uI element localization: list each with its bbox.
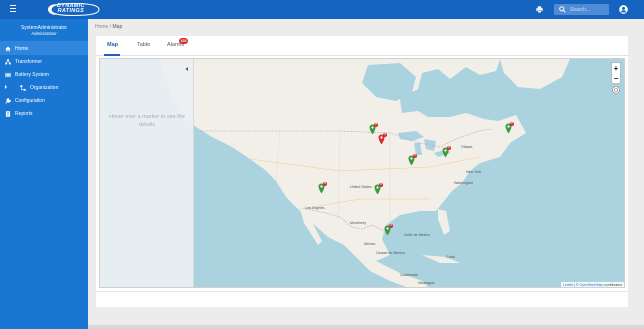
sidebar-item-label: Configuration bbox=[15, 97, 45, 104]
map-label: Los Angeles bbox=[305, 206, 325, 210]
sidebar-item-label: Organization bbox=[30, 84, 59, 91]
map-marker[interactable]: 2 bbox=[384, 224, 393, 237]
map-label: Washington bbox=[454, 181, 473, 185]
sidebar: SystemAdministrator Administrator Home T… bbox=[0, 19, 88, 329]
map-label: Ciudad de México bbox=[376, 251, 405, 255]
map-label: United States bbox=[350, 185, 372, 189]
sidebar-item-home[interactable]: Home bbox=[0, 42, 88, 55]
map-marker[interactable]: 2 bbox=[369, 123, 378, 136]
marker-details-hint: Hover over a marker to see the details bbox=[109, 114, 185, 128]
tab-bar: Map Table Alarms 103 bbox=[96, 36, 628, 56]
report-icon bbox=[5, 110, 11, 117]
home-icon bbox=[5, 46, 11, 51]
leaflet-link[interactable]: Leaflet bbox=[563, 283, 573, 287]
attribution-text: contributors bbox=[603, 282, 622, 287]
user-block: SystemAdministrator Administrator bbox=[0, 19, 88, 42]
sidebar-item-battery-system[interactable]: Battery System bbox=[0, 68, 88, 81]
map-marker[interactable]: 2 bbox=[408, 154, 417, 167]
logo[interactable]: DYNAMIC RATINGS bbox=[45, 3, 101, 16]
user-icon[interactable] bbox=[619, 5, 628, 14]
breadcrumb: Home / Map bbox=[95, 24, 122, 30]
marker-details-pane: Hover over a marker to see the details bbox=[100, 59, 194, 287]
transformer-icon bbox=[5, 58, 11, 64]
main-panel: Map Table Alarms 103 Ottawa New York Was… bbox=[96, 36, 628, 307]
alarms-count-badge: 103 bbox=[179, 38, 188, 44]
map-marker[interactable]: 2 bbox=[374, 183, 383, 196]
map-label: New York bbox=[466, 170, 482, 174]
sidebar-item-organization[interactable]: Organization bbox=[0, 81, 88, 94]
breadcrumb-home[interactable]: Home bbox=[95, 24, 108, 30]
sidebar-item-configuration[interactable]: Configuration bbox=[0, 94, 88, 107]
panel-divider bbox=[96, 291, 628, 292]
search-icon bbox=[559, 6, 566, 13]
zoom-in-button[interactable]: + bbox=[612, 63, 620, 73]
marker-alarm-badge: 2 bbox=[389, 224, 393, 228]
sidebar-item-label: Reports bbox=[15, 110, 33, 117]
map-marker[interactable]: 2 bbox=[378, 133, 387, 146]
top-bar: DYNAMIC RATINGS bbox=[0, 0, 644, 19]
menu-icon[interactable] bbox=[10, 5, 16, 12]
sidebar-item-label: Battery System bbox=[15, 71, 49, 78]
map-view[interactable]: Ottawa New York Washington Los Angeles M… bbox=[99, 58, 625, 288]
user-role: Administrator bbox=[31, 31, 57, 36]
wrench-icon bbox=[5, 97, 11, 104]
map-label: Monterrey bbox=[350, 221, 367, 225]
map-label: Ottawa bbox=[461, 145, 473, 149]
zoom-control: + − bbox=[611, 62, 621, 84]
marker-alarm-badge: 2 bbox=[383, 133, 387, 137]
search-input[interactable] bbox=[570, 5, 606, 14]
marker-alarm-badge: 2 bbox=[379, 183, 383, 187]
sidebar-item-label: Transformer bbox=[15, 58, 43, 65]
zoom-out-button[interactable]: − bbox=[612, 73, 620, 83]
logo-line-2: RATINGS bbox=[57, 8, 85, 15]
marker-alarm-badge: 2 bbox=[447, 146, 451, 150]
marker-alarm-badge: 2 bbox=[413, 154, 417, 158]
collapse-pane-icon[interactable] bbox=[184, 66, 190, 72]
reset-view-icon[interactable] bbox=[612, 86, 620, 94]
organization-icon bbox=[20, 84, 26, 91]
map-marker[interactable]: 2 bbox=[505, 122, 514, 135]
map-label: Nicaragua bbox=[418, 281, 435, 285]
map-marker[interactable]: 2 bbox=[442, 146, 451, 159]
search-box[interactable] bbox=[554, 4, 609, 15]
breadcrumb-separator: / bbox=[109, 24, 112, 30]
battery-icon bbox=[5, 72, 11, 77]
openstreetmap-link[interactable]: OpenStreetMap bbox=[579, 283, 603, 287]
printer-icon[interactable] bbox=[536, 6, 543, 13]
sidebar-item-reports[interactable]: Reports bbox=[0, 107, 88, 120]
map-label: México bbox=[364, 242, 376, 246]
tab-table[interactable]: Table bbox=[137, 42, 150, 48]
map-label: Golfo de México bbox=[404, 233, 430, 237]
marker-alarm-badge: 2 bbox=[323, 182, 327, 186]
sidebar-item-transformer[interactable]: Transformer bbox=[0, 55, 88, 68]
active-tab-indicator bbox=[104, 54, 120, 56]
caret-right-icon bbox=[5, 85, 7, 89]
sidebar-item-label: Home bbox=[15, 45, 29, 52]
bottom-scrollbar[interactable] bbox=[88, 325, 644, 329]
map-label: Cuba bbox=[446, 255, 455, 259]
map-label: Guatemala bbox=[400, 273, 418, 277]
marker-alarm-badge: 2 bbox=[374, 123, 378, 127]
map-marker[interactable]: 2 bbox=[318, 182, 327, 195]
marker-alarm-badge: 2 bbox=[510, 122, 514, 126]
map-attribution: Leaflet | © OpenStreetMap contributors bbox=[560, 282, 624, 287]
tab-map[interactable]: Map bbox=[107, 42, 118, 48]
breadcrumb-current: Map bbox=[112, 24, 123, 30]
